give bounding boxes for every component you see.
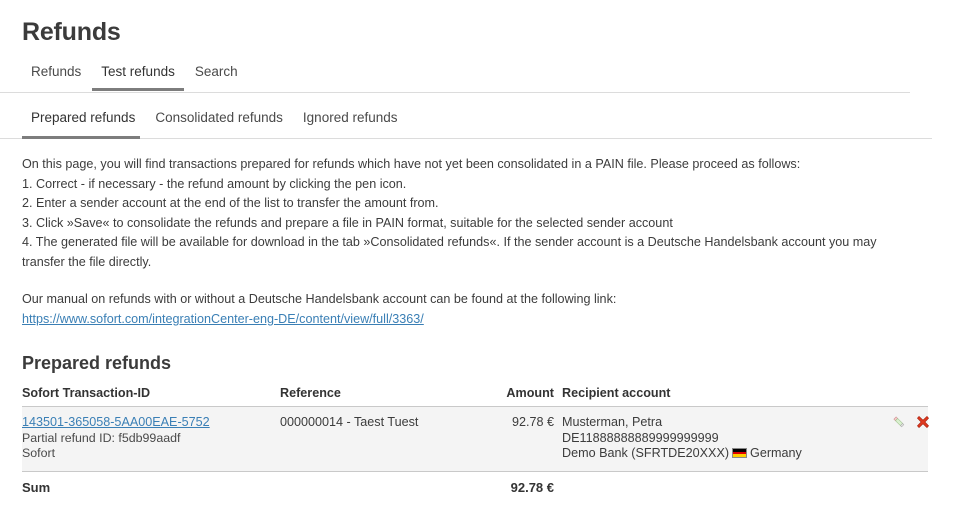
partial-refund-id: Partial refund ID: f5db99aadf [22, 430, 181, 445]
transaction-id-link[interactable]: 143501-365058-5AA00EAE-5752 [22, 415, 210, 429]
recipient-bank-name: Demo Bank (SFRTDE20XXX) [562, 446, 730, 460]
refunds-table-container: Sofort Transaction-ID Reference Amount R… [0, 374, 954, 503]
table-header: Sofort Transaction-ID Reference Amount R… [22, 386, 928, 407]
sum-spacer [280, 471, 480, 503]
table-header-row: Sofort Transaction-ID Reference Amount R… [22, 386, 928, 407]
cell-actions [892, 406, 930, 472]
primary-tab-bar: Refunds Test refunds Search [0, 63, 910, 93]
manual-link[interactable]: https://www.sofort.com/integrationCenter… [22, 312, 424, 326]
instructions-step-1: 1. Correct - if necessary - the refund a… [22, 176, 407, 191]
manual-text: Our manual on refunds with or without a … [22, 292, 617, 306]
pencil-icon[interactable] [892, 415, 906, 434]
tab-test-refunds[interactable]: Test refunds [92, 63, 184, 91]
manual-block: Our manual on refunds with or without a … [0, 272, 954, 329]
payment-provider: Sofort [22, 446, 56, 460]
instructions-step-3: 3. Click »Save« to consolidate the refun… [22, 215, 673, 230]
delete-x-icon[interactable] [916, 415, 930, 434]
cell-recipient-account: Musterman, Petra DE11888888889999999999 … [562, 406, 892, 472]
column-header-actions [892, 386, 928, 407]
column-header-reference: Reference [280, 386, 480, 407]
table-row: 143501-365058-5AA00EAE-5752 Partial refu… [22, 406, 930, 472]
column-header-recipient-account: Recipient account [562, 386, 892, 407]
page-title: Refunds [22, 18, 121, 46]
tab-consolidated-refunds[interactable]: Consolidated refunds [146, 109, 292, 136]
instructions-step-4: 4. The generated file will be available … [22, 235, 877, 269]
sum-spacer-3 [892, 471, 928, 503]
instructions-step-2: 2. Enter a sender account at the end of … [22, 196, 439, 210]
column-header-amount: Amount [480, 386, 562, 407]
recipient-name: Musterman, Petra [562, 415, 663, 429]
column-header-transaction-id: Sofort Transaction-ID [22, 386, 280, 407]
sum-amount: 92.78 € [510, 479, 554, 495]
sum-label: Sum [22, 479, 51, 495]
refunds-page: Refunds Refunds Test refunds Search Prepar… [0, 0, 954, 503]
cell-reference: 000000014 - Taest Tuest [280, 406, 480, 472]
section-title-prepared-refunds: Prepared refunds [22, 353, 172, 373]
prepared-refunds-table: Sofort Transaction-ID Reference Amount R… [22, 386, 930, 503]
cell-amount: 92.78 € [480, 406, 562, 472]
cell-transaction-id: 143501-365058-5AA00EAE-5752 Partial refu… [22, 406, 280, 472]
tab-search[interactable]: Search [186, 63, 247, 90]
tab-ignored-refunds[interactable]: Ignored refunds [294, 109, 407, 136]
sum-spacer-2 [562, 471, 892, 503]
instructions-intro: On this page, you will find transactions… [22, 157, 801, 171]
table-body: 143501-365058-5AA00EAE-5752 Partial refu… [22, 406, 930, 503]
recipient-iban: DE11888888889999999999 [562, 430, 719, 445]
flag-germany-icon [732, 448, 748, 458]
table-sum-row: Sum 92.78 € [22, 471, 928, 503]
recipient-country: Germany [750, 446, 802, 460]
tab-prepared-refunds[interactable]: Prepared refunds [22, 109, 144, 136]
instructions-block: On this page, you will find transactions… [0, 139, 954, 272]
tab-refunds[interactable]: Refunds [22, 63, 90, 90]
recipient-bank-line: Demo Bank (SFRTDE20XXX) Germany [562, 446, 892, 462]
secondary-tab-bar: Prepared refunds Consolidated refunds Igno… [0, 109, 932, 139]
